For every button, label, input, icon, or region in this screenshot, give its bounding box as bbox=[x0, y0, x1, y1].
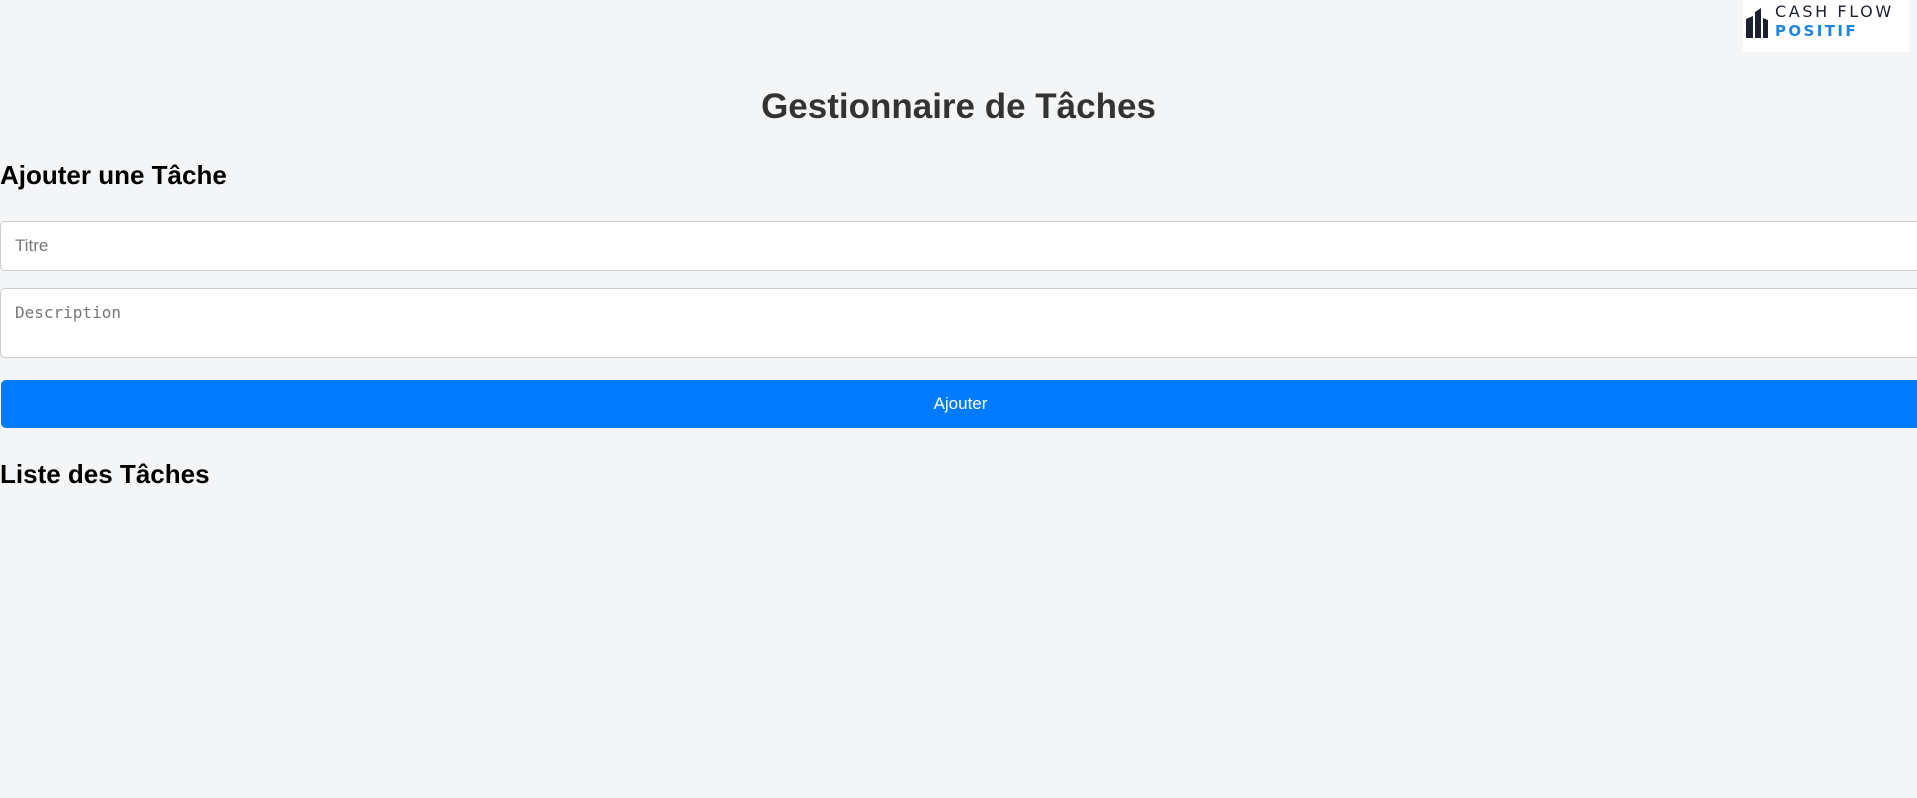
add-task-button[interactable]: Ajouter bbox=[1, 380, 1917, 428]
add-task-button-label: Ajouter bbox=[933, 394, 988, 413]
task-list-heading: Liste des Tâches bbox=[0, 459, 210, 489]
add-task-heading: Ajouter une Tâche bbox=[0, 160, 227, 190]
logo-text-line2: POSITIF bbox=[1775, 22, 1858, 40]
page-title: Gestionnaire de Tâches bbox=[761, 87, 1156, 126]
task-title-input[interactable] bbox=[0, 221, 1917, 271]
buildings-icon bbox=[1746, 8, 1768, 38]
page: CASH FLOW POSITIF Gestionnaire de Tâches… bbox=[0, 0, 1917, 798]
task-description-input[interactable] bbox=[0, 288, 1917, 358]
task-list bbox=[0, 500, 1917, 780]
logo-text-line1: CASH FLOW bbox=[1775, 2, 1894, 21]
brand-logo: CASH FLOW POSITIF bbox=[1743, 0, 1909, 52]
